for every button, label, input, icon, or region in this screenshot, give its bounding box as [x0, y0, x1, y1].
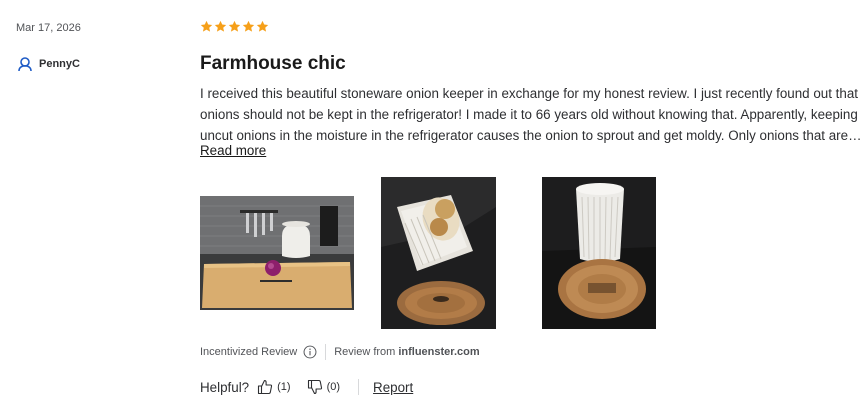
author-name: PennyC: [39, 58, 80, 70]
star-icon: [256, 20, 269, 32]
incentivized-review-label: Incentivized Review: [200, 346, 298, 358]
helpful-section: Helpful? (1) (0) Report: [200, 379, 413, 395]
review-author: PennyC: [17, 56, 80, 72]
meta-divider: [325, 344, 327, 360]
star-icon: [200, 20, 213, 32]
review-photo-3[interactable]: [542, 177, 656, 329]
info-icon[interactable]: [303, 345, 317, 359]
report-link[interactable]: Report: [373, 380, 413, 395]
star-icon: [242, 20, 255, 32]
helpful-yes-count: (1): [277, 381, 291, 393]
review-photo-1[interactable]: [200, 196, 354, 310]
helpful-label: Helpful?: [200, 379, 250, 395]
thumbs-up-icon: [258, 379, 273, 395]
review-source: influenster.com: [398, 346, 480, 358]
thumbs-down-icon: [307, 379, 322, 395]
review-meta: Incentivized Review Review from influens…: [200, 344, 480, 360]
helpful-divider: [358, 379, 360, 395]
star-icon: [228, 20, 241, 32]
read-more-link[interactable]: Read more: [200, 143, 266, 158]
user-icon: [18, 57, 32, 72]
star-icon: [214, 20, 227, 32]
review-date: Mar 17, 2026: [16, 22, 81, 34]
helpful-yes-button[interactable]: (1): [257, 379, 291, 395]
review-photo-image: [381, 177, 496, 329]
helpful-no-button[interactable]: (0): [307, 379, 340, 395]
review-photo-image: [200, 196, 354, 310]
star-rating: [200, 20, 269, 33]
review-body: I received this beautiful stoneware onio…: [200, 86, 859, 143]
helpful-no-count: (0): [326, 381, 341, 393]
review-photo-2[interactable]: [381, 177, 496, 329]
review-photo-image: [542, 177, 656, 329]
review-title: Farmhouse chic: [200, 53, 346, 74]
review-source-prefix: Review from: [334, 346, 396, 358]
